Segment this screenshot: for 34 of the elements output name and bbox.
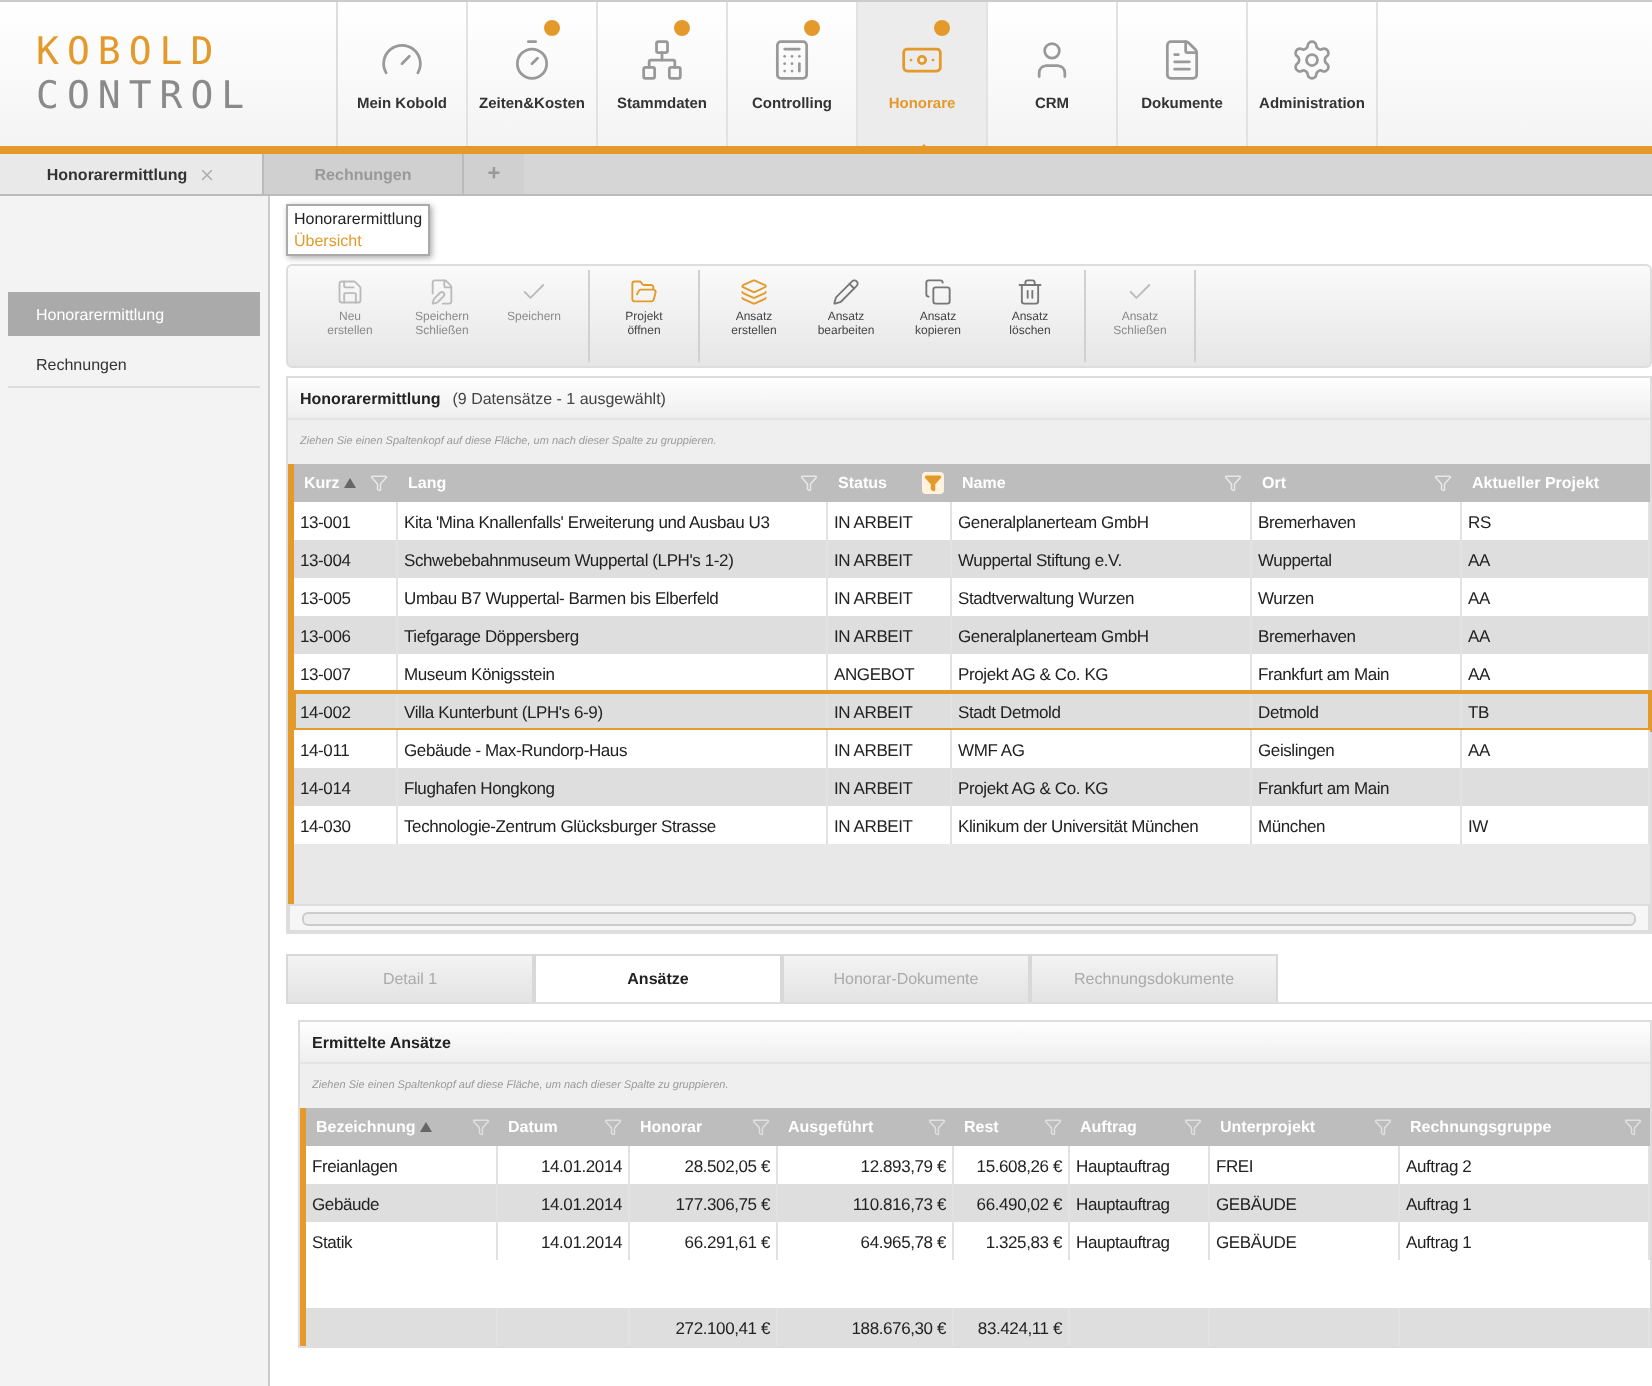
table-row[interactable]: 14-014 Flughafen Hongkong IN ARBEIT Projekt AG & Co. KG Frankfurt am Main [294, 768, 1650, 806]
folder-icon [630, 278, 658, 306]
total-cell: 83.424,11 € [954, 1308, 1070, 1346]
page-tab[interactable]: Honorarermittlung [0, 154, 264, 194]
table-row[interactable]: Statik 14.01.2014 66.291,61 € 64.965,78 € 1.325,83 € Hauptauftrag GEBÄUDE Auftrag 1 [306, 1222, 1650, 1260]
stopwatch-icon [510, 37, 554, 81]
table-row[interactable]: 13-004 Schwebebahnmuseum Wuppertal (LPH's 1-2) IN ARBEIT Wuppertal Stiftung e.V. Wuppertal AA [294, 540, 1650, 578]
table-row[interactable]: 13-007 Museum Königsstein ANGEBOT Projekt AG & Co. KG Frankfurt am Main AA [294, 654, 1650, 692]
hierarchy-icon [640, 37, 684, 81]
logo-text: CONTROL [36, 74, 255, 118]
detail-tab[interactable]: Ansätze [534, 954, 782, 1002]
scrollbar[interactable] [302, 911, 1636, 925]
table-row[interactable]: 14-002 Villa Kunterbunt (LPH's 6-9) IN ARBEIT Stadt Detmold Detmold TB [294, 692, 1650, 730]
copy-icon [924, 278, 952, 306]
record-count: (9 Datensätze - 1 ausgewählt) [452, 389, 666, 407]
panel-title: Honorarermittlung [300, 389, 441, 407]
table-row[interactable]: Gebäude 14.01.2014 177.306,75 € 110.816,73 € 66.490,02 € Hauptauftrag GEBÄUDE Auftrag 1 [306, 1184, 1650, 1222]
settings-icon [1290, 37, 1334, 81]
menu-item[interactable]: Honorarermittlung [292, 208, 425, 230]
edit-document-icon [428, 278, 456, 306]
panel-title: Ermittelte Ansätze [312, 1033, 451, 1051]
filter-icon[interactable] [922, 472, 944, 494]
trash-icon [1016, 278, 1044, 306]
save-icon [336, 278, 364, 306]
total-cell: 188.676,30 € [778, 1308, 954, 1346]
calculator-icon [770, 37, 814, 81]
stack-icon [740, 278, 768, 306]
pencil-icon [832, 278, 860, 306]
close-icon[interactable] [197, 165, 216, 183]
total-cell: 272.100,41 € [630, 1308, 778, 1346]
sidebar-item[interactable]: Rechnungen [8, 344, 260, 388]
table-row[interactable]: 13-006 Tiefgarage Döppersberg IN ARBEIT Generalplanerteam GmbH Bremerhaven AA [294, 616, 1650, 654]
document-icon [1160, 37, 1204, 81]
logo-text: KOBOLD [36, 30, 224, 74]
